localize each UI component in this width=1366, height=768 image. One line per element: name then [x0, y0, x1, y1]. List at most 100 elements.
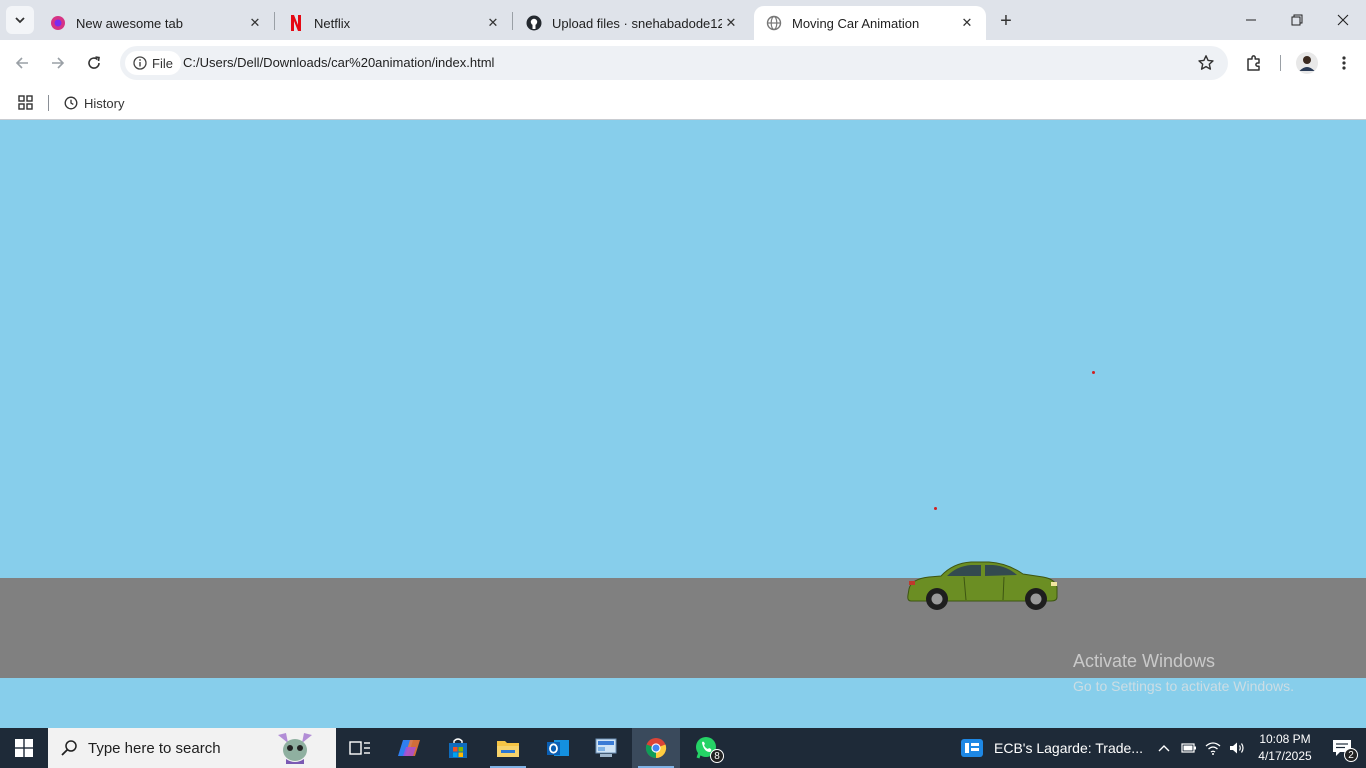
netflix-icon	[288, 15, 304, 31]
profile-avatar[interactable]	[1293, 49, 1321, 77]
tab-moving-car-animation[interactable]: Moving Car Animation ✕	[754, 6, 986, 40]
star-icon	[1198, 55, 1214, 70]
copilot-button[interactable]	[386, 728, 434, 768]
history-label: History	[84, 95, 125, 111]
more-vertical-icon	[1342, 56, 1346, 70]
close-tab-icon[interactable]: ✕	[246, 14, 264, 32]
close-icon	[1337, 14, 1349, 26]
tab-search-button[interactable]	[6, 6, 34, 34]
speaker-icon	[1230, 742, 1244, 754]
activate-windows-watermark: Activate Windows Go to Settings to activ…	[1073, 651, 1294, 694]
chevron-down-icon	[15, 17, 25, 24]
tab-github-upload[interactable]: Upload files · snehabadode12/c ✕	[514, 6, 750, 40]
action-center-button[interactable]: 2	[1318, 728, 1366, 768]
arrow-right-icon	[52, 57, 65, 69]
browser-toolbar: File C:/Users/Dell/Downloads/car%20anima…	[0, 40, 1366, 86]
windows-logo-icon	[15, 739, 33, 757]
tab-new-awesome[interactable]: New awesome tab ✕	[38, 6, 274, 40]
close-tab-icon[interactable]: ✕	[484, 14, 502, 32]
task-view-icon	[349, 741, 370, 755]
menu-button[interactable]	[1330, 49, 1358, 77]
page-viewport: Activate Windows Go to Settings to activ…	[0, 121, 1366, 728]
back-button[interactable]	[8, 49, 36, 77]
apps-grid-icon	[18, 95, 33, 110]
scheme-label: File	[152, 55, 173, 71]
bookmarks-bar: History	[0, 86, 1366, 120]
volume-button[interactable]	[1225, 728, 1249, 768]
reload-button[interactable]	[80, 49, 108, 77]
search-placeholder: Type here to search	[88, 739, 221, 757]
tab-separator	[274, 12, 275, 30]
news-icon	[961, 739, 983, 757]
whatsapp-button[interactable]: 8	[682, 728, 730, 768]
minimize-icon	[1246, 19, 1256, 21]
watermark-subtitle: Go to Settings to activate Windows.	[1073, 678, 1294, 694]
github-icon	[526, 15, 542, 31]
plus-icon: +	[1000, 9, 1012, 32]
reload-icon	[88, 56, 100, 69]
notification-badge: 8	[710, 749, 724, 763]
bookmark-history[interactable]: History	[64, 92, 124, 114]
bookmark-star-button[interactable]	[1196, 53, 1216, 73]
apps-button[interactable]	[16, 93, 36, 113]
clock-date: 4/17/2025	[1258, 749, 1312, 763]
extensions-button[interactable]	[1240, 49, 1268, 77]
control-panel-button[interactable]	[582, 728, 630, 768]
car	[907, 561, 1058, 610]
folder-icon	[497, 741, 519, 757]
chrome-icon	[645, 738, 667, 759]
tab-title: Moving Car Animation	[792, 15, 920, 31]
microsoft-store-button[interactable]	[434, 728, 482, 768]
close-tab-icon[interactable]: ✕	[722, 14, 740, 32]
news-widget[interactable]: ECB's Lagarde: Trade...	[960, 728, 1143, 768]
address-bar[interactable]: File C:/Users/Dell/Downloads/car%20anima…	[120, 46, 1228, 80]
start-button[interactable]	[0, 728, 48, 768]
tab-title: New awesome tab	[76, 15, 183, 31]
file-explorer-button[interactable]	[484, 728, 532, 768]
search-icon	[61, 740, 77, 756]
search-highlight-icon	[278, 733, 312, 764]
history-icon	[64, 96, 78, 110]
site-info-chip[interactable]: File	[125, 51, 181, 75]
outlook-icon	[547, 740, 569, 756]
wifi-icon	[1205, 742, 1221, 755]
bookmark-separator	[48, 95, 49, 111]
tab-netflix[interactable]: Netflix ✕	[276, 6, 512, 40]
clock-time: 10:08 PM	[1259, 732, 1311, 746]
show-hidden-icons-button[interactable]	[1152, 728, 1176, 768]
avatar-icon	[1296, 52, 1318, 74]
battery-icon	[1181, 743, 1196, 753]
pink-circle-icon	[50, 15, 66, 31]
puzzle-icon	[1247, 55, 1260, 71]
arrow-left-icon	[15, 57, 28, 69]
copilot-icon	[398, 740, 420, 756]
info-icon	[133, 56, 147, 70]
taskbar: Type here to search 8 ECB's Lagarde: Tra…	[0, 728, 1366, 768]
network-button[interactable]	[1201, 728, 1225, 768]
toolbar-divider	[1280, 55, 1281, 71]
tab-separator	[512, 12, 513, 30]
tab-title: Upload files · snehabadode12/c	[552, 15, 722, 31]
taskbar-clock[interactable]: 10:08 PM 4/17/2025	[1250, 731, 1320, 765]
task-view-button[interactable]	[336, 728, 384, 768]
chrome-button[interactable]	[632, 728, 680, 768]
control-panel-icon	[595, 738, 617, 757]
restore-icon	[1291, 14, 1303, 26]
new-tab-button[interactable]: +	[993, 8, 1019, 34]
minimize-button[interactable]	[1228, 0, 1274, 40]
red-dot	[1092, 371, 1095, 374]
close-tab-icon[interactable]: ✕	[958, 14, 976, 32]
url-text[interactable]: C:/Users/Dell/Downloads/car%20animation/…	[183, 55, 494, 70]
forward-button[interactable]	[44, 49, 72, 77]
notification-count-badge: 2	[1344, 748, 1358, 762]
watermark-title: Activate Windows	[1073, 651, 1216, 671]
battery-button[interactable]	[1177, 728, 1201, 768]
red-dot	[934, 507, 937, 510]
chevron-up-icon	[1158, 745, 1170, 752]
close-window-button[interactable]	[1320, 0, 1366, 40]
taskbar-search-box[interactable]: Type here to search	[48, 728, 336, 768]
restore-button[interactable]	[1274, 0, 1320, 40]
outlook-button[interactable]	[534, 728, 582, 768]
store-icon	[449, 738, 467, 758]
news-headline: ECB's Lagarde: Trade...	[994, 740, 1143, 756]
